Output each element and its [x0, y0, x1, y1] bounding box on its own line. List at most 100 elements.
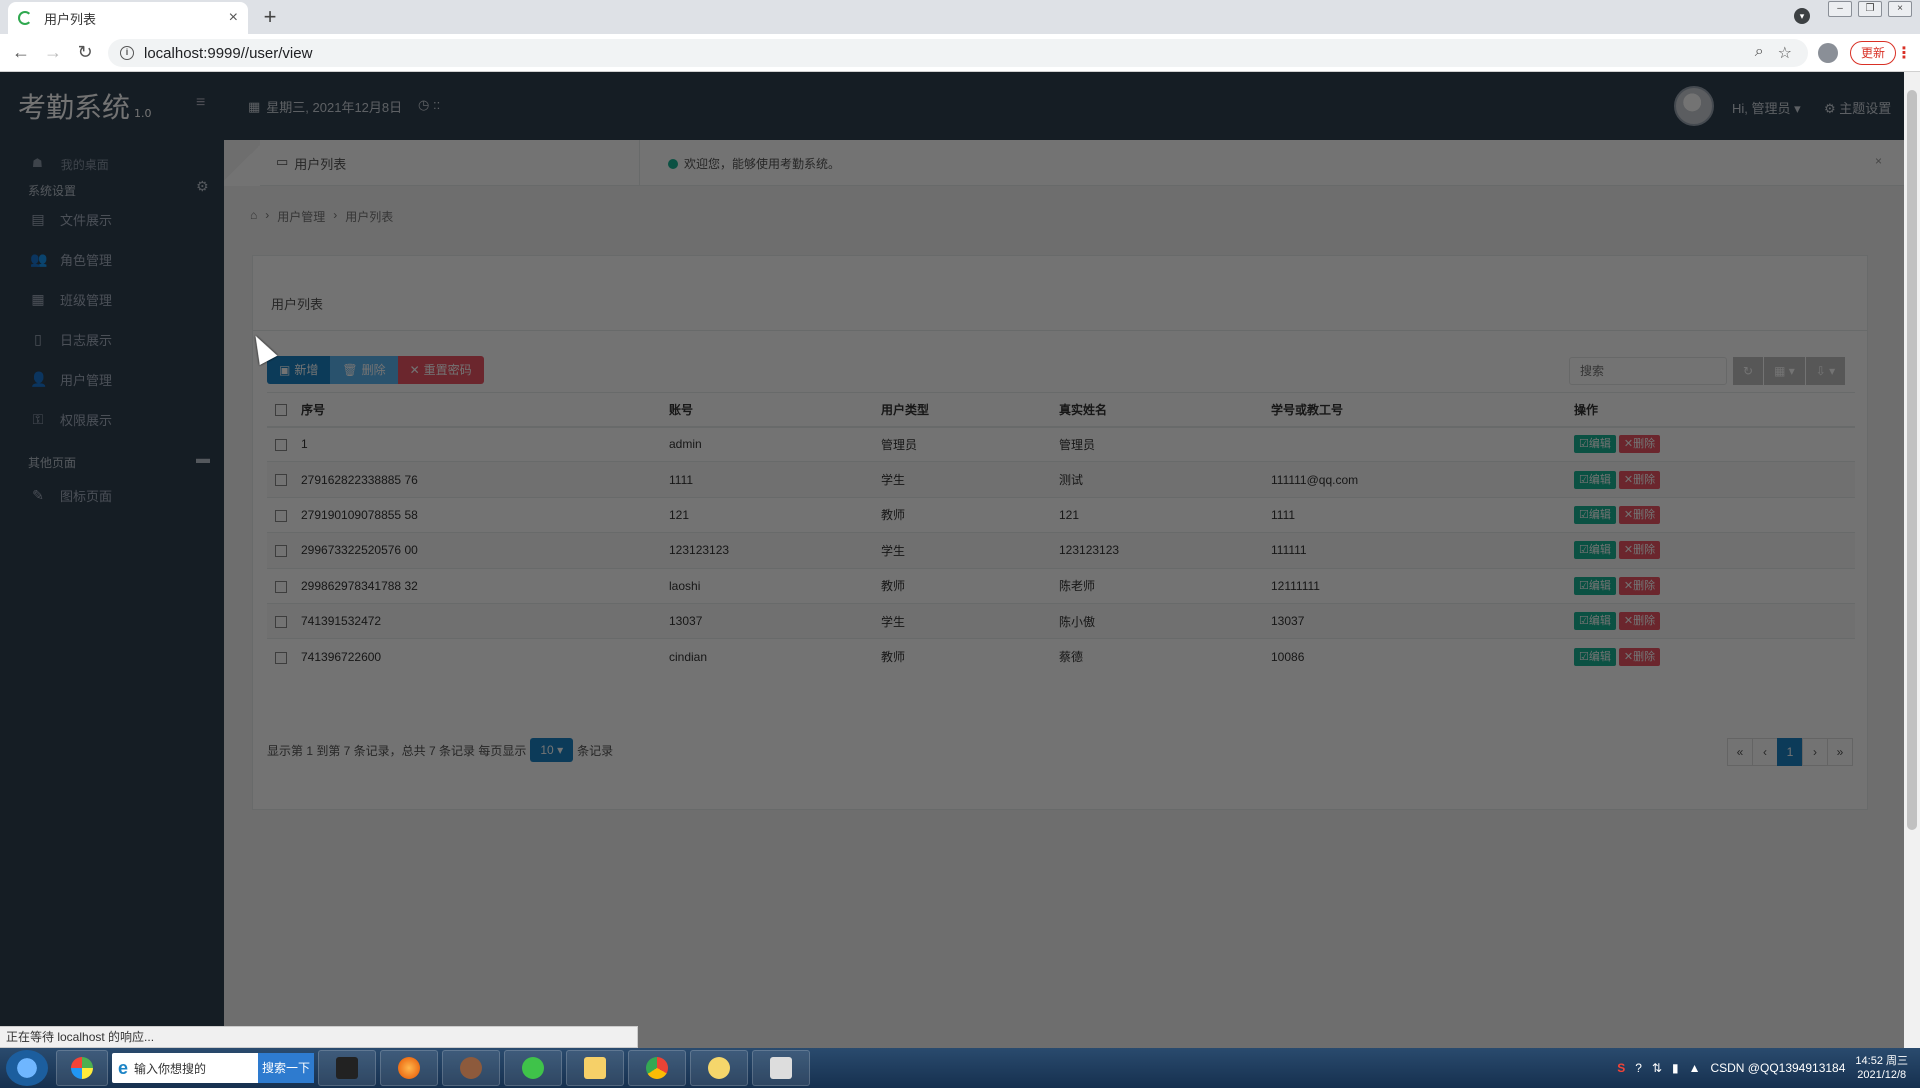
taskbar-app-intellij[interactable]	[318, 1050, 376, 1086]
close-tabs-icon[interactable]: ×	[1875, 154, 1882, 168]
export-icon[interactable]: ⇩ ▾	[1805, 357, 1847, 385]
edit-button[interactable]: ☑编辑	[1574, 576, 1616, 595]
taskbar-clock[interactable]: 14:52 周三 2021/12/8	[1855, 1054, 1908, 1082]
taskbar-search-button[interactable]: 搜索一下	[258, 1053, 314, 1083]
sidebar-item-users[interactable]: 👤 用户管理	[30, 370, 112, 389]
last-page-button[interactable]: »	[1827, 738, 1853, 766]
menu-icon[interactable]: ⋮	[1896, 43, 1912, 63]
remove-button[interactable]: ✕删除	[1618, 576, 1661, 595]
update-button[interactable]: 更新	[1849, 41, 1896, 65]
edit-button[interactable]: ☑编辑	[1574, 612, 1616, 631]
table-row[interactable]: 299862978341788 32 laoshi 教师 陈老师 12111111 ☑编辑…	[267, 567, 1855, 604]
search-input[interactable]	[1569, 357, 1727, 385]
taskbar-app-game[interactable]	[442, 1050, 500, 1086]
table-row[interactable]: 741391532472 13037 学生 陈小傲 13037 ☑编辑 ✕删除	[267, 602, 1855, 639]
row-checkbox[interactable]	[267, 425, 293, 462]
column-header[interactable]: 账号	[661, 392, 873, 428]
row-checkbox[interactable]	[267, 602, 293, 639]
sidebar-item-roles[interactable]: 👥 角色管理	[30, 250, 112, 269]
table-row[interactable]: 279190109078855 58 121 教师 121 1111 ☑编辑 ✕删除	[267, 496, 1855, 533]
monitor-icon[interactable]: ▬	[196, 450, 210, 466]
minimize-button[interactable]: –	[1828, 1, 1852, 17]
remove-button[interactable]: ✕删除	[1618, 647, 1661, 666]
edit-button[interactable]: ☑编辑	[1574, 647, 1616, 666]
zoom-icon[interactable]: ⌕	[1755, 43, 1764, 63]
delete-button[interactable]: 🗑 删除	[330, 356, 398, 384]
sidebar-item-icons[interactable]: ✎ 图标页面	[30, 486, 112, 505]
scrollbar-thumb[interactable]	[1907, 90, 1917, 830]
column-header[interactable]: 用户类型	[873, 392, 1051, 428]
close-icon[interactable]: ×	[229, 9, 238, 27]
columns-icon[interactable]: ▦ ▾	[1764, 357, 1806, 385]
tab-search-icon[interactable]: ▾	[1794, 8, 1810, 24]
sidebar-item-home[interactable]: ☗ 我的桌面	[32, 156, 109, 173]
remove-button[interactable]: ✕删除	[1618, 470, 1661, 489]
bookmark-star-icon[interactable]: ☆	[1778, 43, 1792, 63]
page-scrollbar[interactable]	[1904, 72, 1920, 1048]
taskbar-app-wechat[interactable]	[504, 1050, 562, 1086]
next-page-button[interactable]: ›	[1802, 738, 1828, 766]
tray-expand-icon[interactable]: ▲	[1689, 1061, 1701, 1075]
edit-button[interactable]: ☑编辑	[1574, 470, 1616, 489]
start-button[interactable]	[6, 1050, 48, 1086]
taskbar-app-notes[interactable]	[690, 1050, 748, 1086]
taskbar-app-chrome[interactable]	[628, 1050, 686, 1086]
page-button[interactable]: 1	[1777, 738, 1803, 766]
reload-button[interactable]: ↻	[74, 42, 96, 63]
row-checkbox[interactable]	[267, 461, 293, 498]
new-tab-button[interactable]: +	[258, 4, 282, 30]
row-checkbox[interactable]	[267, 567, 293, 604]
page-size-select[interactable]: 10 ▾	[530, 738, 574, 762]
taskbar-app-tool[interactable]	[752, 1050, 810, 1086]
remove-button[interactable]: ✕删除	[1618, 435, 1661, 454]
remove-button[interactable]: ✕删除	[1618, 505, 1661, 524]
sidebar-item-files[interactable]: ▤ 文件展示	[30, 210, 112, 229]
remove-button[interactable]: ✕删除	[1618, 541, 1661, 560]
remove-button[interactable]: ✕删除	[1618, 612, 1661, 631]
add-button[interactable]: ▣ 新增	[267, 356, 331, 384]
table-row[interactable]: 299673322520576 00 123123123 学生 123123123 11…	[267, 532, 1855, 569]
avatar[interactable]	[1674, 86, 1714, 126]
table-row[interactable]: 741396722600 cindian 教师 蔡德 10086 ☑编辑 ✕删除	[267, 638, 1855, 675]
column-header[interactable]: 序号	[293, 392, 661, 428]
taskbar-app-browser[interactable]	[56, 1050, 108, 1086]
column-header[interactable]: 学号或教工号	[1263, 392, 1566, 428]
column-header[interactable]: 真实姓名	[1051, 392, 1263, 428]
network-icon[interactable]: ⇅	[1652, 1061, 1662, 1075]
browser-tab[interactable]: 用户列表 ×	[8, 2, 248, 34]
omnibox[interactable]: i localhost:9999//user/view	[108, 39, 1808, 67]
table-row[interactable]: 1 admin 管理员 管理员 ☑编辑 ✕删除	[267, 425, 1855, 462]
tab-user-list[interactable]: ▭ 用户列表	[276, 154, 346, 173]
url-text[interactable]: localhost:9999//user/view	[144, 45, 312, 62]
sidebar-item-classes[interactable]: ▦ 班级管理	[30, 290, 112, 309]
menu-toggle-icon[interactable]: ≡	[196, 94, 205, 112]
theme-settings[interactable]: ⚙ 主题设置	[1824, 98, 1891, 117]
select-all-checkbox[interactable]	[267, 392, 293, 428]
taskbar-app-explorer[interactable]	[566, 1050, 624, 1086]
reset-password-button[interactable]: ✕ 重置密码	[397, 356, 484, 384]
forward-button[interactable]: →	[42, 42, 64, 63]
edit-button[interactable]: ☑编辑	[1574, 541, 1616, 560]
sogou-icon[interactable]: S	[1617, 1061, 1625, 1075]
gear-icon[interactable]: ⚙	[196, 178, 209, 195]
tabs-left-arrow[interactable]	[224, 140, 260, 186]
battery-icon[interactable]: ▮	[1672, 1061, 1679, 1075]
breadcrumb-item[interactable]: 用户管理	[277, 208, 325, 225]
close-window-button[interactable]: ×	[1888, 1, 1912, 17]
edit-button[interactable]: ☑编辑	[1574, 505, 1616, 524]
user-menu[interactable]: Hi, 管理员 ▾	[1732, 98, 1801, 117]
help-icon[interactable]: ?	[1635, 1061, 1642, 1075]
profile-icon[interactable]	[1818, 43, 1838, 63]
home-icon[interactable]: ⌂	[250, 208, 257, 225]
restore-button[interactable]: ❐	[1858, 1, 1882, 17]
row-checkbox[interactable]	[267, 496, 293, 533]
refresh-icon[interactable]: ↻	[1733, 357, 1765, 385]
sidebar-item-permissions[interactable]: ⚿ 权限展示	[30, 410, 112, 429]
taskbar-app-firefox[interactable]	[380, 1050, 438, 1086]
sidebar-item-logs[interactable]: ▯ 日志展示	[30, 330, 112, 349]
info-icon[interactable]: i	[120, 46, 134, 60]
row-checkbox[interactable]	[267, 532, 293, 569]
back-button[interactable]: ←	[10, 42, 32, 63]
prev-page-button[interactable]: ‹	[1752, 738, 1778, 766]
row-checkbox[interactable]	[267, 638, 293, 675]
